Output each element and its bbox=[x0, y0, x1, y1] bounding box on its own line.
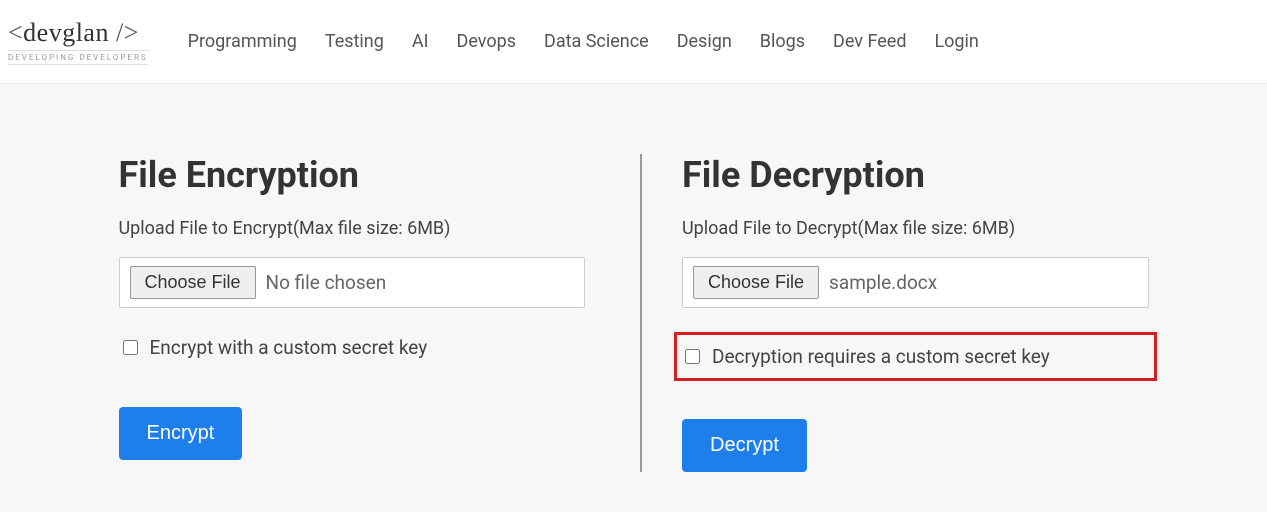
header: <devglan /> DEVELOPING DEVELOPERS Progra… bbox=[0, 0, 1267, 84]
decrypt-choose-file-button[interactable]: Choose File bbox=[693, 266, 819, 299]
decryption-title: File Decryption bbox=[682, 154, 1149, 196]
encrypt-button[interactable]: Encrypt bbox=[119, 407, 243, 460]
nav-devops[interactable]: Devops bbox=[457, 31, 517, 52]
encrypt-choose-file-button[interactable]: Choose File bbox=[130, 266, 256, 299]
encryption-subtitle: Upload File to Encrypt(Max file size: 6M… bbox=[119, 218, 586, 239]
encrypt-file-input[interactable]: Choose File No file chosen bbox=[119, 257, 586, 308]
decrypt-custom-key-row: Decryption requires a custom secret key bbox=[674, 332, 1157, 381]
encrypt-custom-key-checkbox[interactable] bbox=[123, 340, 138, 355]
nav-ai[interactable]: AI bbox=[412, 31, 429, 52]
nav-blogs[interactable]: Blogs bbox=[760, 31, 805, 52]
encryption-title: File Encryption bbox=[119, 154, 586, 196]
decrypt-button[interactable]: Decrypt bbox=[682, 419, 807, 472]
decryption-subtitle: Upload File to Decrypt(Max file size: 6M… bbox=[682, 218, 1149, 239]
logo-text: <devglan /> bbox=[8, 18, 148, 48]
logo[interactable]: <devglan /> DEVELOPING DEVELOPERS bbox=[8, 14, 148, 69]
encrypt-custom-key-row: Encrypt with a custom secret key bbox=[119, 332, 586, 363]
nav-testing[interactable]: Testing bbox=[325, 31, 384, 52]
encryption-panel: File Encryption Upload File to Encrypt(M… bbox=[109, 154, 641, 472]
main-nav: Programming Testing AI Devops Data Scien… bbox=[188, 31, 979, 52]
encrypt-custom-key-label: Encrypt with a custom secret key bbox=[150, 336, 428, 359]
nav-programming[interactable]: Programming bbox=[188, 31, 297, 52]
encrypt-file-status: No file chosen bbox=[266, 271, 387, 294]
decryption-panel: File Decryption Upload File to Decrypt(M… bbox=[640, 154, 1159, 472]
nav-dev-feed[interactable]: Dev Feed bbox=[833, 31, 906, 52]
panels-container: File Encryption Upload File to Encrypt(M… bbox=[109, 154, 1159, 472]
decrypt-custom-key-checkbox[interactable] bbox=[685, 349, 700, 364]
nav-data-science[interactable]: Data Science bbox=[544, 31, 649, 52]
decrypt-file-input[interactable]: Choose File sample.docx bbox=[682, 257, 1149, 308]
nav-design[interactable]: Design bbox=[677, 31, 732, 52]
decrypt-custom-key-label: Decryption requires a custom secret key bbox=[712, 345, 1050, 368]
main-content: File Encryption Upload File to Encrypt(M… bbox=[0, 84, 1267, 512]
logo-tagline: DEVELOPING DEVELOPERS bbox=[8, 50, 148, 65]
decrypt-file-status: sample.docx bbox=[829, 271, 937, 294]
nav-login[interactable]: Login bbox=[934, 31, 978, 52]
